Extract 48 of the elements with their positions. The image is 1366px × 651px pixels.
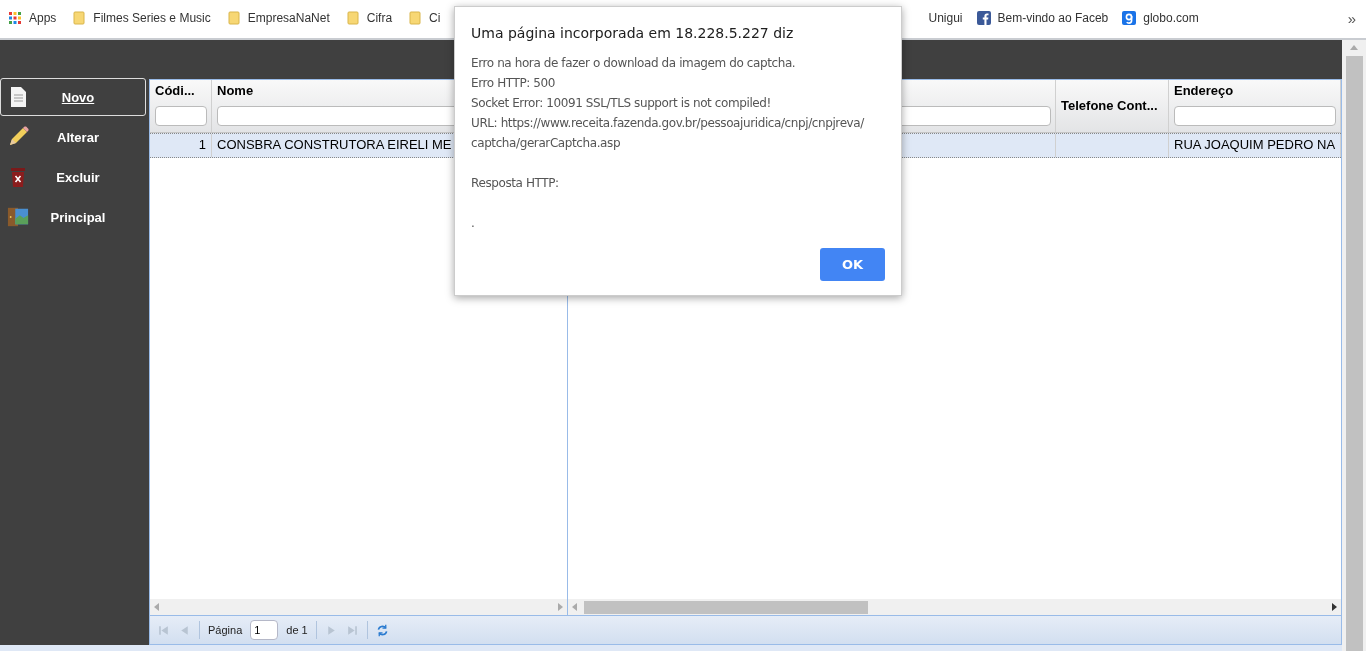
previous-page-icon[interactable] xyxy=(178,623,191,637)
scroll-up-icon[interactable] xyxy=(1350,45,1359,51)
column-header[interactable]: Códi... xyxy=(150,80,212,132)
folder-icon xyxy=(72,11,87,25)
filter-field[interactable] xyxy=(1174,106,1337,126)
column-header[interactable]: Telefone Cont... xyxy=(1056,80,1169,132)
first-page-icon[interactable] xyxy=(157,623,170,637)
more-bookmarks-button[interactable]: » xyxy=(1347,9,1356,27)
f-logo-icon xyxy=(976,11,991,25)
bookmark[interactable]: Apps xyxy=(8,11,57,25)
bookmark[interactable]: Bem-vindo ao Faceb xyxy=(976,11,1109,25)
horizontal-scrollbar[interactable] xyxy=(568,599,1342,615)
apps-grid-icon xyxy=(8,11,22,25)
page-field[interactable]: 1 xyxy=(250,620,279,640)
pencil-icon xyxy=(7,126,29,148)
page-count: de 1 xyxy=(286,624,308,636)
folder-icon xyxy=(226,11,241,25)
bookmark[interactable]: Ci xyxy=(408,11,441,25)
bookmark[interactable]: Unigui xyxy=(928,11,963,25)
dialog-title: Uma página incorporada em 18.228.5.227 diz xyxy=(471,25,795,41)
scroll-right-icon[interactable] xyxy=(1331,603,1338,611)
message-text: . xyxy=(471,216,475,230)
vertical-scrollbar[interactable] xyxy=(1342,40,1366,651)
sidebar-item[interactable]: Excluir xyxy=(0,158,146,196)
bookmark[interactable]: EmpresaNaNet xyxy=(226,11,330,25)
filter-field[interactable] xyxy=(155,106,207,126)
bookmark[interactable]: Cifra xyxy=(345,11,393,25)
scroll-left-icon[interactable] xyxy=(572,603,578,611)
page-label: Página xyxy=(208,624,243,636)
bookmark[interactable]: globo.com xyxy=(1122,11,1199,25)
table-cell: RUA JOAQUIM PEDRO NA xyxy=(1169,134,1342,157)
door-icon xyxy=(7,206,29,228)
g-logo-icon xyxy=(1122,11,1137,25)
message-text: Resposta HTTP: xyxy=(471,176,559,190)
column-header[interactable]: Endereço xyxy=(1169,80,1342,132)
last-page-icon[interactable] xyxy=(345,623,359,637)
horizontal-scrollbar[interactable] xyxy=(150,599,567,615)
message-text: Erro na hora de fazer o download da imagem do captcha. xyxy=(471,56,796,70)
table-cell: 1 xyxy=(150,134,212,157)
ok-button[interactable]: OK xyxy=(820,248,885,281)
sidebar-item[interactable]: Alterar xyxy=(0,118,146,156)
bookmark[interactable]: Filmes Series e Music xyxy=(72,11,211,25)
scroll-left-icon[interactable] xyxy=(154,603,160,611)
sidebar-item[interactable]: Novo xyxy=(0,78,146,116)
sidebar-item[interactable]: Principal xyxy=(0,198,146,236)
refresh-icon[interactable] xyxy=(375,623,389,637)
folder-icon xyxy=(345,11,360,25)
folder-icon xyxy=(408,11,423,25)
